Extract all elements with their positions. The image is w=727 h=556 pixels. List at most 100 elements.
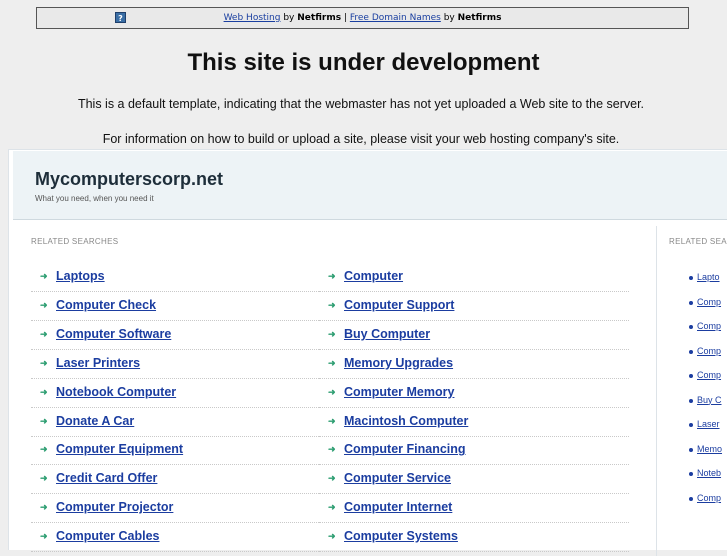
sidebar-link[interactable]: Noteb	[697, 468, 721, 478]
result-link[interactable]: Computer Internet	[344, 500, 452, 514]
bullet-icon	[689, 496, 693, 501]
bullet-icon	[689, 325, 693, 329]
result-link[interactable]: Computer Projector	[56, 500, 173, 514]
result-link[interactable]: Computer Memory	[344, 385, 454, 399]
arrow-right-icon: ➜	[328, 357, 336, 368]
site-tagline: What you need, when you need it	[35, 194, 154, 203]
result-link[interactable]: Computer Service	[344, 471, 451, 485]
result-link[interactable]: Computer	[344, 269, 403, 283]
result-row[interactable]: ➜ Computer	[319, 264, 629, 292]
sidebar-link[interactable]: Comp	[697, 321, 721, 331]
result-link[interactable]: Notebook Computer	[56, 385, 176, 399]
bullet-icon	[689, 447, 693, 452]
sidebar-link[interactable]: Comp	[697, 493, 721, 503]
site-title[interactable]: Mycomputerscorp.net	[35, 169, 223, 190]
result-link[interactable]: Credit Card Offer	[56, 471, 157, 485]
result-row[interactable]: ➜ Computer Support	[319, 293, 629, 321]
related-searches-sidebar: RELATED SEA Lapto Comp Comp Comp Comp Buy C La…	[661, 220, 727, 550]
sidebar-link[interactable]: Comp	[697, 297, 721, 307]
result-row[interactable]: ➜ Computer Financing	[319, 437, 629, 466]
arrow-right-icon: ➜	[40, 357, 48, 368]
result-row[interactable]: ➜ Donate A Car	[31, 409, 319, 437]
arrow-right-icon: ➜	[40, 386, 48, 397]
result-row[interactable]: ➜ Notebook Computer	[31, 380, 319, 408]
result-row[interactable]: ➜ Computer Systems	[319, 524, 629, 553]
arrow-right-icon: ➜	[40, 502, 48, 513]
result-link[interactable]: Computer Financing	[344, 442, 466, 456]
related-searches-label: RELATED SEARCHES	[31, 237, 119, 246]
bullet-icon	[689, 423, 693, 427]
result-row[interactable]: ➜ Laptops	[31, 264, 319, 292]
result-link[interactable]: Computer Systems	[344, 529, 458, 543]
bullet-icon	[689, 374, 693, 378]
arrow-right-icon: ➜	[40, 444, 48, 455]
arrow-right-icon: ➜	[328, 328, 336, 339]
result-link[interactable]: Memory Upgrades	[344, 356, 453, 370]
arrow-right-icon: ➜	[328, 444, 336, 455]
result-link[interactable]: Computer Software	[56, 327, 171, 341]
result-row[interactable]: ➜ Computer Software	[31, 322, 319, 350]
result-link[interactable]: Laptops	[56, 269, 105, 283]
result-link[interactable]: Buy Computer	[344, 327, 430, 341]
sidebar-label: RELATED SEA	[669, 237, 727, 246]
parked-page-frame: Mycomputerscorp.net What you need, when …	[8, 149, 727, 556]
page-title: This site is under development	[187, 49, 540, 76]
arrow-right-icon: ➜	[40, 299, 48, 310]
related-searches-panel: RELATED SEARCHES ➜ Laptops ➜ Computer Check…	[9, 220, 657, 553]
arrow-right-icon: ➜	[40, 328, 48, 339]
banner-brand: Netfirms	[457, 13, 502, 23]
arrow-right-icon: ➜	[40, 473, 48, 484]
result-row[interactable]: ➜ Computer Service	[319, 466, 629, 495]
result-link[interactable]: Computer Equipment	[56, 442, 183, 456]
sidebar-link[interactable]: Comp	[697, 346, 721, 356]
result-row[interactable]: ➜ Memory Upgrades	[319, 351, 629, 379]
result-row[interactable]: ➜ Computer Projector	[31, 495, 319, 524]
arrow-right-icon: ➜	[328, 473, 336, 484]
result-link[interactable]: Laser Printers	[56, 356, 140, 370]
column-divider	[656, 226, 657, 556]
result-link[interactable]: Donate A Car	[56, 414, 134, 428]
question-mark-icon[interactable]: ?	[115, 12, 126, 23]
result-row[interactable]: ➜ Buy Computer	[319, 322, 629, 350]
result-row[interactable]: ➜ Computer Memory	[319, 380, 629, 408]
hosting-info-message: For information on how to build or uploa…	[102, 132, 620, 146]
default-template-message: This is a default template, indicating t…	[77, 97, 645, 111]
result-row[interactable]: ➜ Laser Printers	[31, 351, 319, 379]
bullet-icon	[689, 300, 693, 305]
arrow-right-icon: ➜	[328, 531, 336, 542]
arrow-right-icon: ➜	[328, 386, 336, 397]
free-domain-names-link[interactable]: Free Domain Names	[350, 13, 441, 23]
sidebar-link[interactable]: Laser	[697, 419, 720, 429]
result-row[interactable]: ➜ Credit Card Offer	[31, 466, 319, 495]
arrow-right-icon: ➜	[328, 415, 336, 426]
sidebar-link[interactable]: Lapto	[697, 272, 720, 282]
arrow-right-icon: ➜	[40, 531, 48, 542]
result-link[interactable]: Computer Cables	[56, 529, 160, 543]
bullet-icon	[689, 472, 693, 476]
arrow-right-icon: ➜	[40, 415, 48, 426]
banner-separator: |	[343, 13, 347, 23]
sidebar-link[interactable]: Comp	[697, 370, 721, 380]
arrow-right-icon: ➜	[328, 502, 336, 513]
result-row[interactable]: ➜ Computer Cables	[31, 524, 319, 553]
arrow-right-icon: ➜	[328, 271, 336, 281]
result-row[interactable]: ➜ Computer Check	[31, 293, 319, 321]
sidebar-link[interactable]: Memo	[697, 444, 722, 454]
bullet-icon	[689, 349, 693, 354]
site-header: Mycomputerscorp.net What you need, when …	[13, 151, 727, 220]
result-link[interactable]: Computer Support	[344, 298, 454, 312]
result-row[interactable]: ➜ Macintosh Computer	[319, 409, 629, 437]
banner-by-text: by	[443, 13, 455, 23]
result-link[interactable]: Computer Check	[56, 298, 156, 312]
result-link[interactable]: Macintosh Computer	[344, 414, 468, 428]
hosting-banner: ? Web Hosting by Netfirms | Free Domain …	[36, 7, 689, 29]
bullet-icon	[689, 276, 693, 280]
web-hosting-link[interactable]: Web Hosting	[224, 13, 281, 23]
sidebar-link[interactable]: Buy C	[697, 395, 722, 405]
banner-by-text: by	[283, 13, 295, 23]
result-row[interactable]: ➜ Computer Internet	[319, 495, 629, 524]
banner-brand: Netfirms	[297, 13, 342, 23]
result-row[interactable]: ➜ Computer Equipment	[31, 437, 319, 466]
bullet-icon	[689, 398, 693, 403]
arrow-right-icon: ➜	[40, 271, 48, 281]
